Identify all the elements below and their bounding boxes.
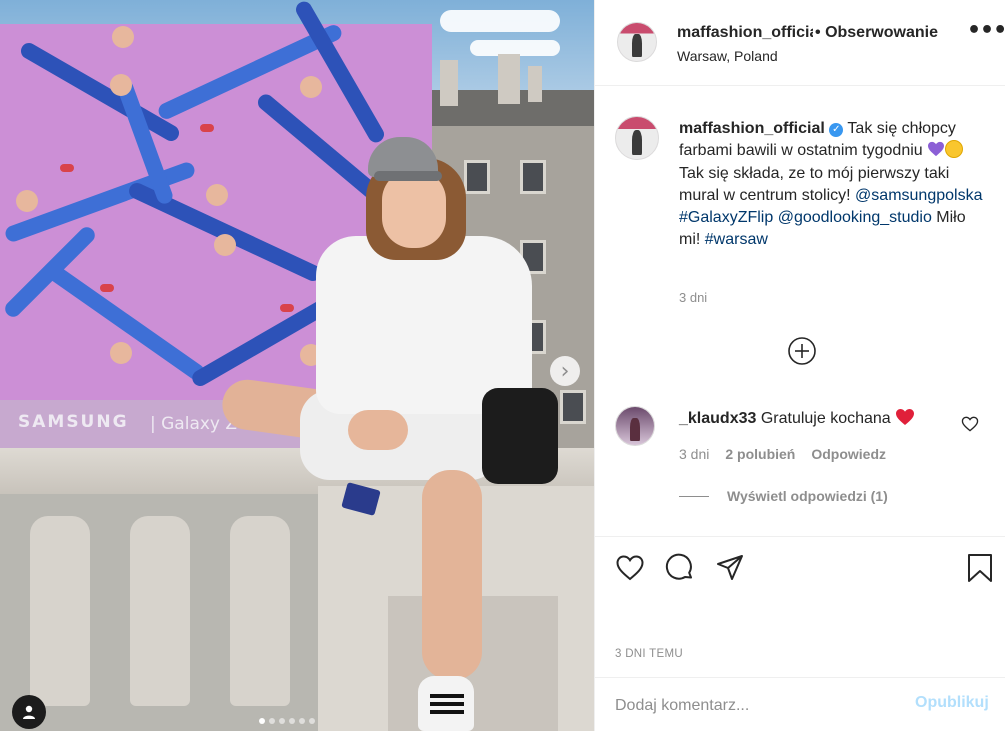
person-arm (348, 410, 408, 450)
carousel-dot (289, 718, 295, 724)
comment-bubble-icon[interactable] (665, 553, 695, 583)
hashtag-link[interactable]: #warsaw (705, 231, 768, 248)
smiling-face-emoji-icon (945, 140, 964, 159)
caption-avatar[interactable] (615, 116, 659, 160)
comment-meta: 3 dni 2 polubień Odpowiedz (679, 446, 886, 462)
person-bag (482, 388, 558, 484)
comment-input[interactable] (615, 694, 905, 718)
person-shoe (418, 676, 474, 731)
comment-likes-link[interactable]: 2 polubień (725, 446, 795, 462)
comment-body: _klaudx33 Gratuluje kochana (679, 408, 915, 428)
post-actions-bar (595, 536, 1005, 596)
mural-brand-text: SAMSUNG (18, 412, 129, 432)
photo-baluster (130, 516, 190, 706)
photo-chimney (498, 54, 520, 104)
post-photo[interactable]: SAMSUNG | Galaxy Z F › (0, 0, 594, 731)
tagged-users-button[interactable] (12, 695, 46, 729)
verified-badge-icon: ✓ (829, 123, 844, 137)
comment-time: 3 dni (679, 446, 710, 462)
mention-link[interactable]: @goodlooking_studio (778, 209, 932, 226)
user-icon (23, 705, 35, 719)
caption-time: 3 dni (679, 290, 708, 305)
caption-username[interactable]: maffashion_official (679, 120, 825, 137)
comment-like-heart-icon[interactable] (961, 416, 979, 432)
reply-button[interactable]: Odpowiedz (811, 446, 886, 462)
add-comment-form: Opublikuj (595, 677, 1005, 731)
mention-link[interactable]: @samsungpolska (855, 187, 982, 204)
photo-baluster (30, 516, 90, 706)
comment-text: Gratuluje kochana (756, 410, 896, 427)
person-leg (422, 470, 482, 680)
post-comment-button[interactable]: Opublikuj (915, 694, 989, 712)
author-username[interactable]: maffashion_official (677, 24, 813, 42)
following-button[interactable]: • Obserwowanie (815, 24, 938, 42)
header-separator: • (815, 24, 821, 41)
next-image-button[interactable]: › (550, 356, 580, 386)
carousel-dot (299, 718, 305, 724)
post-details-panel: maffashion_official • Obserwowanie Warsa… (594, 0, 1005, 731)
photo-chimney (440, 60, 458, 106)
person-cap-brim (374, 171, 442, 181)
share-send-icon[interactable] (715, 553, 745, 583)
post-header: maffashion_official • Obserwowanie Warsa… (595, 0, 1005, 86)
more-options-icon[interactable]: ••• (967, 18, 1005, 43)
post-location[interactable]: Warsaw, Poland (677, 48, 778, 64)
carousel-dot (309, 718, 315, 724)
hashtag-link[interactable]: #GalaxyZFlip (679, 209, 773, 226)
photo-cloud (440, 10, 560, 32)
commenter-avatar[interactable] (615, 406, 655, 446)
post-date[interactable]: 3 DNI TEMU (615, 648, 683, 660)
chevron-right-icon: › (560, 358, 570, 384)
carousel-dot (259, 718, 265, 724)
caption-text: maffashion_official ✓ Tak się chłopcy fa… (679, 118, 989, 252)
following-label: Obserwowanie (825, 24, 938, 41)
view-replies-label: Wyświetl odpowiedzi (1) (727, 488, 888, 504)
purple-heart-emoji-icon (928, 142, 945, 157)
photo-baluster (230, 516, 290, 706)
like-heart-icon[interactable] (615, 553, 645, 583)
commenter-username[interactable]: _klaudx33 (679, 410, 756, 427)
save-bookmark-icon[interactable] (965, 553, 995, 583)
load-more-comments-icon[interactable] (787, 336, 817, 366)
red-heart-emoji-icon (896, 409, 915, 425)
photo-chimney (528, 66, 542, 102)
person-face (382, 170, 446, 248)
carousel-indicator (259, 718, 315, 724)
carousel-dot (279, 718, 285, 724)
carousel-dot (269, 718, 275, 724)
author-avatar[interactable] (617, 22, 657, 62)
view-replies-button[interactable]: Wyświetl odpowiedzi (1) (679, 488, 888, 504)
replies-divider (679, 495, 709, 497)
